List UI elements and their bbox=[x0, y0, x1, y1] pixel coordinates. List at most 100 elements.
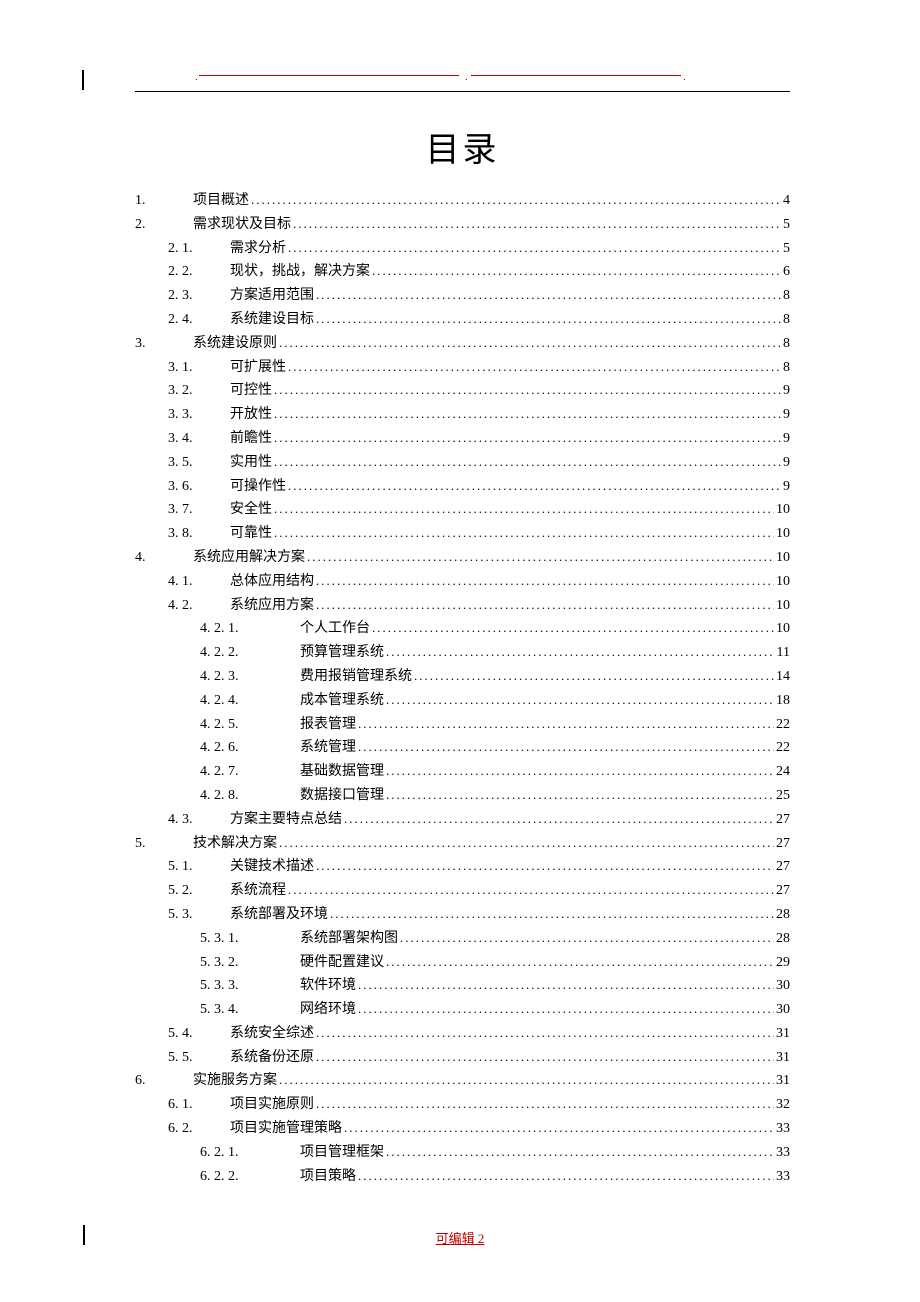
toc-entry-page: 24 bbox=[776, 760, 790, 784]
toc-entry-page: 31 bbox=[776, 1069, 790, 1093]
toc-leader-dots bbox=[358, 974, 774, 998]
toc-entry-number: 3. bbox=[135, 332, 193, 356]
toc-entry[interactable]: 3. 7.安全性10 bbox=[135, 498, 790, 522]
toc-entry[interactable]: 2. 4.系统建设目标8 bbox=[135, 308, 790, 332]
toc-entry-page: 10 bbox=[776, 570, 790, 594]
toc-entry[interactable]: 6. 1.项目实施原则32 bbox=[135, 1093, 790, 1117]
toc-entry[interactable]: 5.技术解决方案27 bbox=[135, 832, 790, 856]
toc-entry-page: 10 bbox=[776, 594, 790, 618]
toc-entry[interactable]: 6. 2.项目实施管理策略33 bbox=[135, 1117, 790, 1141]
toc-entry[interactable]: 4. 2. 5.报表管理22 bbox=[135, 713, 790, 737]
toc-leader-dots bbox=[274, 451, 781, 475]
toc-entry-page: 28 bbox=[776, 927, 790, 951]
toc-leader-dots bbox=[386, 1141, 774, 1165]
toc-entry[interactable]: 4. 2. 3.费用报销管理系统14 bbox=[135, 665, 790, 689]
toc-entry[interactable]: 5. 3. 3.软件环境30 bbox=[135, 974, 790, 998]
toc-entry-page: 30 bbox=[776, 974, 790, 998]
toc-entry-text: 项目实施管理策略 bbox=[230, 1117, 342, 1141]
toc-entry-number: 4. 2. 8. bbox=[200, 784, 300, 808]
toc-entry[interactable]: 5. 3. 1.系统部署架构图28 bbox=[135, 927, 790, 951]
toc-entry-text: 系统应用解决方案 bbox=[193, 546, 305, 570]
toc-entry[interactable]: 6.实施服务方案31 bbox=[135, 1069, 790, 1093]
table-of-contents: 1.项目概述42.需求现状及目标52. 1.需求分析 52. 2.现状，挑战，解决… bbox=[135, 189, 790, 1188]
toc-entry-page: 32 bbox=[776, 1093, 790, 1117]
toc-leader-dots bbox=[288, 237, 781, 261]
toc-entry-page: 5 bbox=[783, 237, 790, 261]
toc-entry[interactable]: 6. 2. 2.项目策略33 bbox=[135, 1165, 790, 1189]
toc-leader-dots bbox=[274, 498, 774, 522]
toc-entry-page: 8 bbox=[783, 284, 790, 308]
toc-entry[interactable]: 2.需求现状及目标5 bbox=[135, 213, 790, 237]
toc-entry[interactable]: 3. 5.实用性9 bbox=[135, 451, 790, 475]
toc-leader-dots bbox=[372, 260, 781, 284]
toc-entry[interactable]: 3. 2.可控性9 bbox=[135, 379, 790, 403]
toc-entry[interactable]: 3. 1.可扩展性8 bbox=[135, 356, 790, 380]
toc-entry[interactable]: 2. 3.方案适用范围8 bbox=[135, 284, 790, 308]
toc-entry-page: 8 bbox=[783, 308, 790, 332]
toc-entry[interactable]: 5. 5.系统备份还原31 bbox=[135, 1046, 790, 1070]
toc-entry-number: 3. 7. bbox=[168, 498, 230, 522]
toc-leader-dots bbox=[386, 951, 774, 975]
toc-entry[interactable]: 3. 4.前瞻性9 bbox=[135, 427, 790, 451]
toc-entry[interactable]: 4. 2.系统应用方案10 bbox=[135, 594, 790, 618]
toc-entry-text: 项目概述 bbox=[193, 189, 249, 213]
toc-entry[interactable]: 4. 3.方案主要特点总结27 bbox=[135, 808, 790, 832]
toc-entry[interactable]: 5. 3. 4.网络环境30 bbox=[135, 998, 790, 1022]
toc-entry-text: 项目管理框架 bbox=[300, 1141, 384, 1165]
toc-entry[interactable]: 1.项目概述4 bbox=[135, 189, 790, 213]
toc-entry[interactable]: 5. 1.关键技术描述27 bbox=[135, 855, 790, 879]
toc-entry-text: 项目实施原则 bbox=[230, 1093, 314, 1117]
toc-leader-dots bbox=[251, 189, 781, 213]
toc-entry-number: 2. 1. bbox=[168, 237, 230, 261]
toc-entry-text: 开放性 bbox=[230, 403, 272, 427]
toc-entry-text: 可控性 bbox=[230, 379, 272, 403]
toc-entry-text: 方案适用范围 bbox=[230, 284, 314, 308]
toc-entry-number: 5. 5. bbox=[168, 1046, 230, 1070]
toc-leader-dots bbox=[288, 356, 781, 380]
toc-entry[interactable]: 5. 2.系统流程27 bbox=[135, 879, 790, 903]
toc-entry[interactable]: 4. 2. 1.个人工作台10 bbox=[135, 617, 790, 641]
toc-entry-page: 27 bbox=[776, 855, 790, 879]
toc-entry[interactable]: 5. 3.系统部署及环境28 bbox=[135, 903, 790, 927]
toc-entry[interactable]: 4. 2. 8.数据接口管理25 bbox=[135, 784, 790, 808]
toc-entry-number: 2. 2. bbox=[168, 260, 230, 284]
toc-entry[interactable]: 3. 6.可操作性9 bbox=[135, 475, 790, 499]
toc-leader-dots bbox=[316, 1022, 774, 1046]
toc-entry-text: 需求分析 bbox=[230, 237, 286, 261]
toc-entry[interactable]: 4. 2. 4.成本管理系统 18 bbox=[135, 689, 790, 713]
toc-leader-dots bbox=[386, 641, 775, 665]
toc-entry-text: 成本管理系统 bbox=[300, 689, 384, 713]
toc-entry[interactable]: 5. 3. 2.硬件配置建议29 bbox=[135, 951, 790, 975]
toc-entry[interactable]: 3.系统建设原则8 bbox=[135, 332, 790, 356]
toc-entry-page: 9 bbox=[783, 379, 790, 403]
toc-leader-dots bbox=[274, 379, 781, 403]
toc-entry-page: 30 bbox=[776, 998, 790, 1022]
toc-entry[interactable]: 4. 2. 6.系统管理22 bbox=[135, 736, 790, 760]
toc-entry[interactable]: 4. 1.总体应用结构10 bbox=[135, 570, 790, 594]
toc-entry[interactable]: 3. 8.可靠性10 bbox=[135, 522, 790, 546]
toc-entry-number: 2. bbox=[135, 213, 193, 237]
toc-entry-page: 18 bbox=[776, 689, 790, 713]
toc-entry-number: 4. 2. 1. bbox=[200, 617, 300, 641]
toc-entry-number: 4. 2. 4. bbox=[200, 689, 300, 713]
toc-entry[interactable]: 6. 2. 1.项目管理框架33 bbox=[135, 1141, 790, 1165]
toc-entry[interactable]: 5. 4.系统安全综述31 bbox=[135, 1022, 790, 1046]
toc-entry-number: 2. 4. bbox=[168, 308, 230, 332]
toc-entry-number: 5. 2. bbox=[168, 879, 230, 903]
toc-entry-page: 22 bbox=[776, 713, 790, 737]
toc-entry[interactable]: 4.系统应用解决方案10 bbox=[135, 546, 790, 570]
toc-leader-dots bbox=[279, 832, 774, 856]
toc-entry-page: 25 bbox=[776, 784, 790, 808]
toc-entry[interactable]: 2. 2.现状，挑战，解决方案6 bbox=[135, 260, 790, 284]
toc-leader-dots bbox=[316, 855, 774, 879]
toc-entry-page: 33 bbox=[776, 1141, 790, 1165]
toc-entry-text: 需求现状及目标 bbox=[193, 213, 291, 237]
toc-entry[interactable]: 4. 2. 7.基础数据管理24 bbox=[135, 760, 790, 784]
toc-entry[interactable]: 3. 3.开放性9 bbox=[135, 403, 790, 427]
toc-leader-dots bbox=[274, 427, 781, 451]
toc-entry-text: 硬件配置建议 bbox=[300, 951, 384, 975]
toc-entry[interactable]: 2. 1.需求分析 5 bbox=[135, 237, 790, 261]
toc-entry-text: 实施服务方案 bbox=[193, 1069, 277, 1093]
toc-leader-dots bbox=[358, 998, 774, 1022]
toc-entry[interactable]: 4. 2. 2.预算管理系统11 bbox=[135, 641, 790, 665]
